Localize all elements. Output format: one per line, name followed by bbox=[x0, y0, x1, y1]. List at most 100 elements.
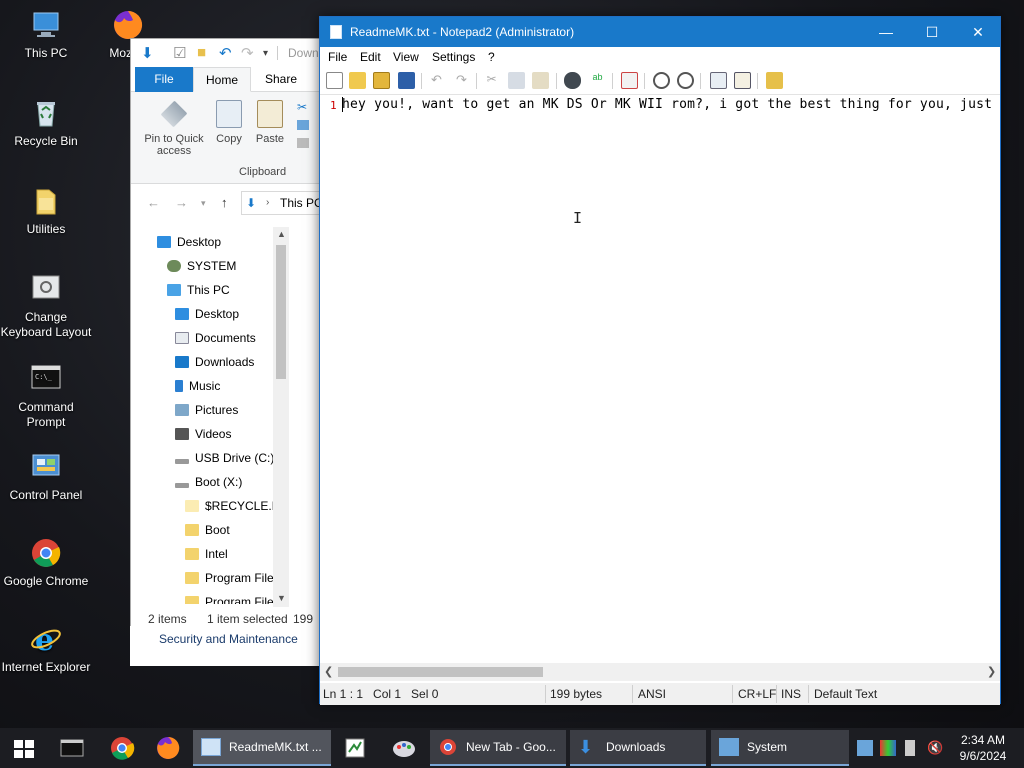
windows-start-icon[interactable] bbox=[10, 734, 38, 762]
insert-mode: INS bbox=[781, 687, 802, 701]
tree-item-desktop-sub[interactable]: Desktop bbox=[175, 303, 239, 325]
tree-item-documents[interactable]: Documents bbox=[175, 327, 256, 349]
desktop-icon-this-pc[interactable]: This PC bbox=[0, 8, 92, 61]
spreadsheet-app-icon[interactable] bbox=[341, 734, 369, 762]
tree-item-boot-drive[interactable]: Boot (X:) bbox=[175, 471, 242, 493]
tab-home[interactable]: Home bbox=[193, 67, 252, 92]
desktop-icon-change-keyboard-layout[interactable]: Change Keyboard Layout bbox=[0, 272, 92, 340]
chevron-down-icon[interactable]: ▾ bbox=[263, 48, 268, 59]
syntax-scheme[interactable]: Default Text bbox=[814, 687, 877, 701]
tab-share[interactable]: Share bbox=[253, 67, 309, 92]
file-explorer-window[interactable]: ⬇ ☑ ■ ↶ ↷ ▾ Down File Home Share Pin to … bbox=[130, 38, 320, 666]
menu-view[interactable]: View bbox=[393, 50, 419, 64]
tree-item-downloads[interactable]: Downloads bbox=[175, 351, 254, 373]
desktop-icon-utilities[interactable]: Utilities bbox=[0, 184, 92, 237]
cut-copy-path-icons[interactable]: ✂ bbox=[297, 100, 309, 160]
network-icon[interactable] bbox=[857, 740, 873, 756]
undo-icon[interactable]: ↶ bbox=[428, 72, 445, 89]
tree-item-boot-folder[interactable]: Boot bbox=[185, 519, 230, 541]
maximize-button[interactable]: ☐ bbox=[909, 17, 955, 47]
chrome-icon[interactable] bbox=[108, 734, 136, 762]
close-button[interactable]: ✕ bbox=[955, 17, 1001, 47]
address-bar[interactable]: ⬇ › This PC bbox=[241, 191, 319, 215]
copy-button[interactable]: Copy bbox=[213, 100, 245, 145]
system-clock[interactable]: 2:34 AM 9/6/2024 bbox=[952, 732, 1014, 764]
new-file-icon[interactable] bbox=[326, 72, 343, 89]
desktop-icon-control-panel[interactable]: Control Panel bbox=[0, 450, 92, 503]
zoom-in-icon[interactable] bbox=[653, 72, 670, 89]
redo-icon[interactable]: ↷ bbox=[241, 44, 254, 62]
tree-item-this-pc[interactable]: This PC bbox=[167, 279, 230, 301]
scheme-icon[interactable] bbox=[710, 72, 727, 89]
pin-to-quick-access-button[interactable]: Pin to Quick access bbox=[141, 100, 207, 157]
tree-item-program-files[interactable]: Program Files bbox=[185, 567, 273, 589]
tree-item-videos[interactable]: Videos bbox=[175, 423, 231, 445]
paint-app-icon[interactable] bbox=[390, 734, 418, 762]
exit-icon[interactable] bbox=[766, 72, 783, 89]
replace-icon[interactable]: ab bbox=[589, 72, 606, 89]
tab-file[interactable]: File bbox=[135, 67, 193, 92]
minimize-button[interactable]: — bbox=[863, 17, 909, 47]
tree-item-program-files-x86[interactable]: Program Files bbox=[185, 591, 273, 604]
task-downloads[interactable]: ⬇ Downloads bbox=[570, 730, 706, 766]
task-readme-notepad[interactable]: ReadmeMK.txt ... bbox=[193, 730, 331, 766]
menu-help[interactable]: ? bbox=[488, 50, 495, 64]
text-editor[interactable]: 1 hey you!, want to get an MK DS Or MK W… bbox=[320, 95, 1000, 663]
tree-item-music[interactable]: Music bbox=[175, 375, 220, 397]
menu-edit[interactable]: Edit bbox=[360, 50, 381, 64]
find-icon[interactable] bbox=[564, 72, 581, 89]
scroll-up-icon[interactable]: ▲ bbox=[277, 229, 286, 239]
firefox-icon[interactable] bbox=[154, 734, 182, 762]
tree-item-system[interactable]: SYSTEM bbox=[167, 255, 236, 277]
desktop-icon-command-prompt[interactable]: C:\_ Command Prompt bbox=[0, 362, 92, 430]
notepad2-window[interactable]: ReadmeMK.txt - Notepad2 (Administrator) … bbox=[319, 16, 1001, 705]
browse-icon[interactable] bbox=[373, 72, 390, 89]
volume-muted-icon[interactable]: 🔇 bbox=[927, 740, 943, 756]
scroll-down-icon[interactable]: ▼ bbox=[277, 593, 286, 603]
tree-item-intel-folder[interactable]: Intel bbox=[185, 543, 228, 565]
tree-scrollbar[interactable]: ▲ ▼ bbox=[273, 227, 289, 607]
paste-button[interactable]: Paste bbox=[253, 100, 287, 145]
line-endings[interactable]: CR+LF bbox=[738, 687, 776, 701]
scrollbar-thumb[interactable] bbox=[338, 667, 543, 677]
document-text[interactable]: hey you!, want to get an MK DS Or MK WII… bbox=[342, 97, 992, 112]
desktop-icon-internet-explorer[interactable]: e Internet Explorer bbox=[0, 622, 92, 675]
tree-item-recycle-bin-folder[interactable]: $RECYCLE.BIN bbox=[185, 495, 273, 517]
zoom-out-icon[interactable] bbox=[677, 72, 694, 89]
scroll-left-icon[interactable]: ❮ bbox=[324, 665, 333, 678]
back-arrow-icon[interactable]: ← bbox=[147, 195, 160, 210]
security-maintenance-link[interactable]: Security and Maintenance bbox=[159, 632, 298, 646]
desktop-icon-google-chrome[interactable]: Google Chrome bbox=[0, 536, 92, 589]
customize-scheme-icon[interactable] bbox=[734, 72, 751, 89]
open-folder-icon[interactable] bbox=[349, 72, 366, 89]
paste-icon[interactable] bbox=[532, 72, 549, 89]
menu-file[interactable]: File bbox=[328, 50, 347, 64]
cut-icon[interactable]: ✂ bbox=[483, 72, 500, 89]
terminal-icon[interactable] bbox=[58, 734, 86, 762]
recent-locations-chevron-icon[interactable]: ▾ bbox=[201, 198, 206, 209]
encoding[interactable]: ANSI bbox=[638, 687, 666, 701]
new-folder-icon[interactable]: ■ bbox=[197, 44, 206, 61]
desktop-icon-recycle-bin[interactable]: Recycle Bin bbox=[0, 96, 92, 149]
scrollbar-thumb[interactable] bbox=[276, 245, 286, 379]
word-wrap-icon[interactable] bbox=[621, 72, 638, 89]
title-bar[interactable]: ReadmeMK.txt - Notepad2 (Administrator) … bbox=[320, 17, 1000, 47]
up-arrow-icon[interactable]: ↑ bbox=[221, 195, 228, 210]
copy-icon[interactable] bbox=[508, 72, 525, 89]
task-system[interactable]: System bbox=[711, 730, 849, 766]
tree-item-usb-drive[interactable]: USB Drive (C:) bbox=[175, 447, 273, 469]
forward-arrow-icon[interactable]: → bbox=[175, 195, 188, 210]
task-chrome-new-tab[interactable]: New Tab - Goo... bbox=[430, 730, 566, 766]
display-settings-icon[interactable] bbox=[880, 740, 896, 756]
scroll-right-icon[interactable]: ❯ bbox=[987, 665, 996, 678]
properties-icon[interactable]: ☑ bbox=[173, 44, 186, 62]
horizontal-scrollbar[interactable]: ❮ ❯ bbox=[320, 663, 1000, 681]
save-icon[interactable] bbox=[398, 72, 415, 89]
redo-icon[interactable]: ↷ bbox=[453, 72, 470, 89]
tree-item-pictures[interactable]: Pictures bbox=[175, 399, 238, 421]
undo-icon[interactable]: ↶ bbox=[219, 44, 232, 62]
tree-item-desktop[interactable]: Desktop bbox=[157, 231, 221, 253]
menu-settings[interactable]: Settings bbox=[432, 50, 475, 64]
usb-device-icon[interactable] bbox=[905, 740, 915, 756]
download-arrow-icon[interactable]: ⬇ bbox=[141, 44, 154, 62]
